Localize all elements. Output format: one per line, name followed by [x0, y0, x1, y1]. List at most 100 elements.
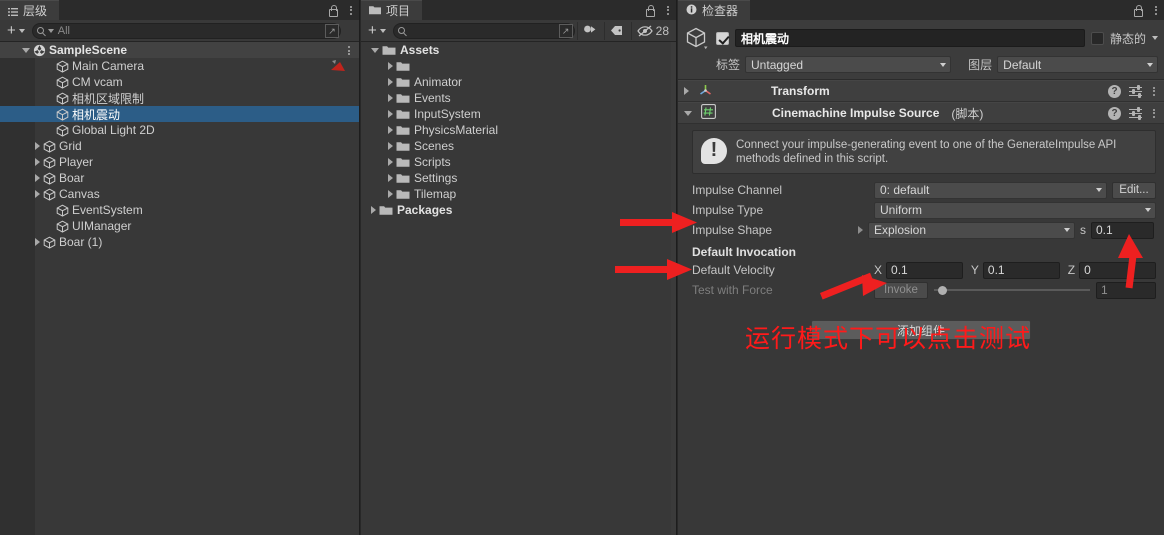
project-row-2[interactable]: Animator [361, 74, 676, 90]
preset-icon[interactable] [1129, 84, 1142, 98]
help-icon[interactable]: ? [1108, 84, 1121, 98]
impulse-shape-duration-input[interactable]: 0.1 [1091, 221, 1154, 239]
project-row-9[interactable]: Tilemap [361, 186, 676, 202]
layer-dropdown[interactable]: Default [997, 56, 1158, 73]
force-slider-track [934, 289, 1090, 291]
tab-hierarchy[interactable]: 层级 [0, 0, 60, 20]
hierarchy-row-9[interactable]: EventSystem [0, 202, 359, 218]
scene-menu-icon[interactable] [345, 46, 353, 55]
hierarchy-row-2[interactable]: 相机区域限制 [0, 90, 359, 106]
chevron-right-icon[interactable] [388, 158, 393, 166]
help-icon[interactable]: ? [1108, 106, 1121, 120]
static-dropdown-chevron-icon[interactable] [1152, 36, 1158, 40]
project-row-10[interactable]: Packages [361, 202, 676, 218]
component-header-transform[interactable]: Transform ? [678, 80, 1164, 102]
force-value-input[interactable]: 1 [1096, 281, 1156, 299]
inspector-menu-icon[interactable] [1152, 5, 1160, 15]
gameobject-icon[interactable] [684, 25, 710, 51]
preset-icon[interactable] [1129, 106, 1142, 120]
chevron-right-icon[interactable] [35, 158, 40, 166]
hierarchy-search-expand-icon[interactable]: ↗ [325, 23, 339, 38]
component-header-cinemachine-impulse-source[interactable]: Cinemachine Impulse Source (脚本) ? [678, 102, 1164, 124]
hierarchy-row-7[interactable]: Boar [0, 170, 359, 186]
project-add-button[interactable]: + [363, 22, 391, 40]
tab-project[interactable]: 项目 [361, 0, 423, 20]
chevron-down-icon[interactable] [371, 47, 379, 53]
hierarchy-add-button[interactable]: + [2, 22, 30, 40]
velocity-y-input[interactable]: 0.1 [982, 261, 1060, 279]
project-filter-type-button[interactable] [576, 21, 602, 40]
project-row-6[interactable]: Scenes [361, 138, 676, 154]
chevron-right-icon[interactable] [388, 190, 393, 198]
static-checkbox[interactable] [1090, 31, 1104, 45]
folder-icon [396, 156, 410, 169]
project-row-4[interactable]: InputSystem [361, 106, 676, 122]
lock-icon[interactable] [645, 4, 655, 17]
chevron-right-icon[interactable] [684, 87, 689, 95]
chevron-right-icon[interactable] [388, 142, 393, 150]
chevron-right-icon[interactable] [35, 174, 40, 182]
project-row-8[interactable]: Settings [361, 170, 676, 186]
chevron-down-icon[interactable] [22, 47, 30, 53]
hierarchy-row-5[interactable]: Grid [0, 138, 359, 154]
hierarchy-menu-icon[interactable] [347, 5, 355, 15]
velocity-y-axis-label: Y [970, 263, 979, 277]
impulse-channel-edit-button[interactable]: Edit... [1112, 181, 1156, 199]
hierarchy-row-11[interactable]: Boar (1) [0, 234, 359, 250]
asset-type-icon [583, 25, 596, 33]
chevron-right-icon[interactable] [388, 110, 393, 118]
hierarchy-row-label: Grid [59, 139, 82, 153]
gameobject-icon [56, 124, 69, 137]
impulse-type-dropdown[interactable]: Uniform [874, 201, 1156, 219]
chevron-right-icon[interactable] [388, 174, 393, 182]
hierarchy-row-8[interactable]: Canvas [0, 186, 359, 202]
force-slider-knob[interactable] [938, 285, 947, 295]
hierarchy-row-1[interactable]: CM vcam [0, 74, 359, 90]
hierarchy-row-10[interactable]: UIManager [0, 218, 359, 234]
project-row-0[interactable]: Assets [361, 42, 676, 58]
lock-icon[interactable] [1133, 4, 1143, 17]
project-menu-icon[interactable] [664, 5, 672, 15]
hierarchy-row-4[interactable]: Global Light 2D [0, 122, 359, 138]
project-filter-label-button[interactable] [603, 21, 629, 40]
chevron-right-icon[interactable] [35, 190, 40, 198]
gameobject-enabled-checkbox[interactable] [716, 31, 729, 45]
chevron-right-icon[interactable] [371, 206, 376, 214]
project-hidden-count[interactable]: 28 [630, 21, 674, 40]
chevron-right-icon[interactable] [388, 62, 393, 70]
hierarchy-scene-row[interactable]: SampleScene [0, 42, 359, 58]
velocity-x-input[interactable]: 0.1 [886, 261, 963, 279]
force-slider[interactable] [934, 282, 1090, 299]
hierarchy-row-3[interactable]: 相机震动 [0, 106, 359, 122]
gameobject-icon [56, 204, 69, 217]
hierarchy-search-input[interactable]: All ↗ [31, 22, 341, 39]
chevron-right-icon[interactable] [388, 78, 393, 86]
chevron-down-icon[interactable] [684, 110, 692, 116]
project-row-5[interactable]: PhysicsMaterial [361, 122, 676, 138]
project-search-input[interactable]: ↗ [392, 22, 575, 39]
tab-inspector[interactable]: 检查器 [678, 0, 751, 20]
folder-icon [396, 76, 410, 89]
chevron-right-icon[interactable] [35, 142, 40, 150]
gameobject-name-input[interactable]: 相机震动 [735, 29, 1085, 47]
component-menu-icon[interactable] [1150, 86, 1158, 96]
tag-dropdown[interactable]: Untagged [745, 56, 952, 73]
project-row-7[interactable]: Scripts [361, 154, 676, 170]
hierarchy-row-6[interactable]: Player [0, 154, 359, 170]
project-row-3[interactable]: Events [361, 90, 676, 106]
impulse-shape-expand-icon[interactable] [858, 226, 863, 234]
component-menu-icon[interactable] [1150, 108, 1158, 118]
lock-icon[interactable] [328, 4, 338, 17]
chevron-right-icon[interactable] [388, 126, 393, 134]
hierarchy-row-label: Main Camera [72, 59, 145, 73]
project-row-1[interactable] [361, 58, 676, 74]
chevron-right-icon[interactable] [35, 238, 40, 246]
impulse-channel-dropdown[interactable]: 0: default [874, 181, 1107, 199]
invoke-button[interactable]: Invoke [874, 281, 928, 299]
chevron-right-icon[interactable] [388, 94, 393, 102]
velocity-z-input[interactable]: 0 [1079, 261, 1156, 279]
impulse-shape-dropdown[interactable]: Explosion [868, 221, 1075, 239]
hierarchy-row-0[interactable]: Main Camera [0, 58, 359, 74]
project-scrollbar[interactable] [671, 42, 676, 535]
project-search-expand-icon[interactable]: ↗ [558, 23, 573, 38]
